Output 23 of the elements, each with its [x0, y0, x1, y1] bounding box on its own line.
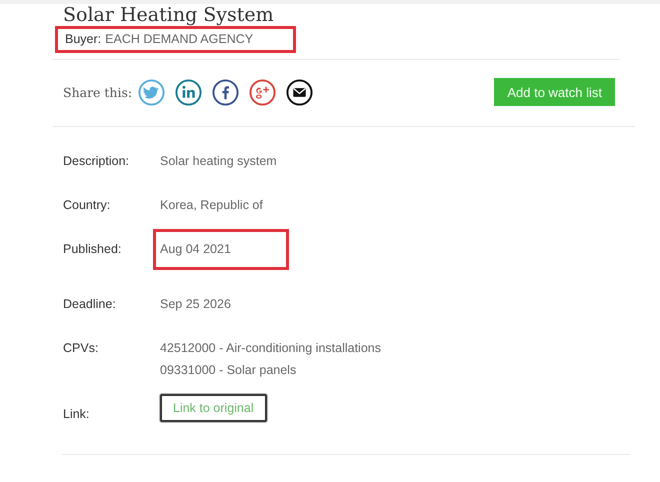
detail-value: Aug 04 2021	[160, 241, 231, 258]
detail-label: Deadline:	[63, 296, 117, 313]
add-to-watch-list-button[interactable]: Add to watch list	[494, 78, 615, 106]
bird-icon[interactable]	[138, 78, 166, 106]
linkedin-icon[interactable]	[175, 78, 202, 106]
mail-icon[interactable]	[286, 78, 314, 106]
page-title: Solar Heating System	[63, 4, 275, 26]
buyer-name: EACH DEMAND AGENCY	[105, 32, 254, 46]
google-plus-icon[interactable]	[249, 78, 276, 106]
facebook-icon[interactable]	[212, 78, 240, 106]
detail-label: Country:	[63, 197, 112, 214]
detail-value: Korea, Republic of	[160, 197, 263, 214]
link-to-original-button[interactable]: Link to original	[160, 394, 267, 422]
detail-value: Solar heating system	[160, 153, 277, 170]
detail-label: CPVs:	[63, 340, 100, 357]
detail-label: Description:	[63, 153, 130, 170]
buyer-label: Buyer:	[65, 32, 102, 46]
detail-value: Sep 25 2026	[160, 296, 231, 313]
detail-value: 42512000 - Air-conditioning installations	[160, 340, 381, 357]
detail-label: Link:	[63, 406, 90, 423]
detail-label: Published:	[63, 241, 122, 258]
detail-value: 09331000 - Solar panels	[160, 362, 298, 379]
share-label: Share this:	[63, 84, 132, 100]
